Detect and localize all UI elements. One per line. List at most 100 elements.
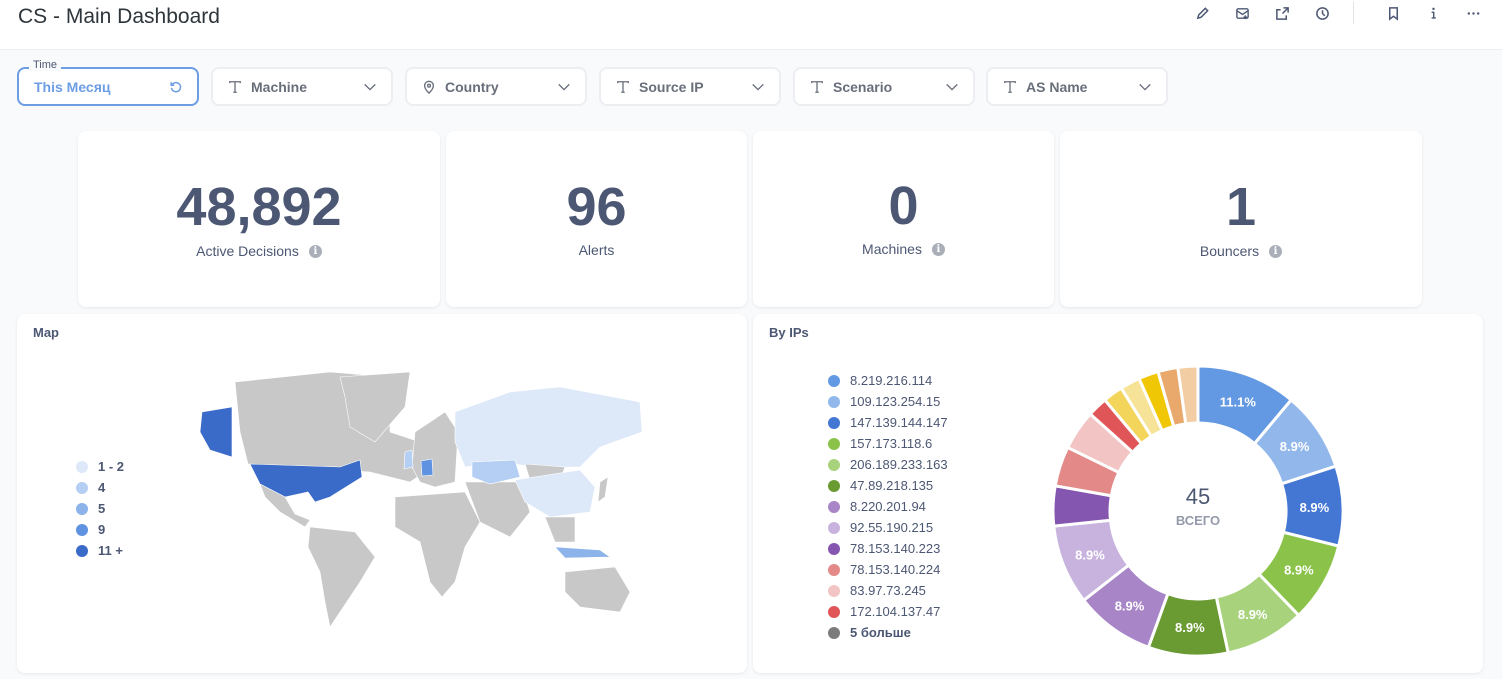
- slice-label: 8.9%: [1284, 562, 1314, 577]
- as-name-filter-label: AS Name: [1026, 78, 1088, 95]
- map-legend-item: 1 - 2: [76, 456, 124, 477]
- slice-label: 8.9%: [1175, 620, 1205, 635]
- world-map[interactable]: [180, 372, 660, 632]
- legend-dot: [828, 626, 840, 639]
- text-icon: [228, 80, 242, 94]
- stat-card-active-decisions[interactable]: 48,892 Active Decisions i: [78, 131, 440, 307]
- text-icon: [810, 80, 824, 94]
- legend-dot: [828, 542, 840, 555]
- country-indonesia: [554, 546, 611, 559]
- map-legend-item: 5: [76, 498, 124, 519]
- slice-label: 8.9%: [1238, 607, 1268, 622]
- country-japan: [597, 476, 609, 503]
- donut-total-label: ВСЕГО: [1176, 513, 1220, 528]
- stat-card-bouncers[interactable]: 1 Bouncers i: [1060, 131, 1422, 307]
- location-icon: [422, 80, 436, 94]
- ip-legend-item[interactable]: 157.173.118.6: [828, 433, 948, 454]
- edit-icon[interactable]: [1193, 4, 1211, 22]
- info-icon[interactable]: i: [931, 242, 945, 256]
- slice-label: 11.1%: [1220, 395, 1257, 410]
- country-united-kingdom: [403, 449, 414, 470]
- share-icon[interactable]: [1273, 4, 1291, 22]
- map-legend-item: 11 +: [76, 540, 124, 561]
- time-filter[interactable]: This Месяц: [17, 67, 199, 106]
- stat-label: Machines: [862, 241, 922, 257]
- country-australia: [564, 566, 631, 613]
- legend-dot: [828, 521, 840, 534]
- text-icon: [1003, 80, 1017, 94]
- legend-label: 78.153.140.224: [850, 562, 941, 577]
- header-actions: [1171, 2, 1482, 24]
- chevron-down-icon: [557, 80, 571, 94]
- legend-label: 83.97.73.245: [850, 583, 926, 598]
- as-name-filter[interactable]: AS Name: [986, 67, 1168, 106]
- reset-icon[interactable]: [169, 80, 183, 94]
- stat-card-machines[interactable]: 0 Machines i: [753, 131, 1054, 307]
- source-ip-filter[interactable]: Source IP: [599, 67, 781, 106]
- ip-legend-item[interactable]: 147.139.144.147: [828, 412, 948, 433]
- legend-label: 92.55.190.215: [850, 520, 934, 535]
- legend-dot: [828, 563, 840, 576]
- legend-dot: [828, 479, 840, 492]
- legend-dot: [828, 605, 840, 618]
- bookmark-icon[interactable]: [1384, 4, 1402, 22]
- more-icon[interactable]: [1464, 4, 1482, 22]
- legend-label: 5: [98, 501, 106, 516]
- legend-dot: [828, 500, 840, 513]
- legend-label: 8.219.216.114: [850, 373, 933, 388]
- stat-value: 1: [1225, 177, 1257, 237]
- country-africa: [394, 491, 481, 598]
- stat-value: 0: [888, 176, 919, 236]
- map-legend-item: 4: [76, 477, 124, 498]
- country-southeast-asia: [544, 516, 576, 543]
- legend-dot: [828, 374, 840, 387]
- country-russia: [454, 386, 643, 468]
- chevron-down-icon: [1138, 80, 1152, 94]
- stat-label: Active Decisions: [196, 243, 299, 259]
- chevron-down-icon: [751, 80, 765, 94]
- country-filter-label: Country: [445, 78, 499, 95]
- slice-label: 8.9%: [1300, 500, 1330, 515]
- legend-dot: [828, 437, 840, 450]
- subscribe-icon[interactable]: [1233, 4, 1251, 22]
- legend-label: 4: [98, 480, 106, 495]
- legend-dot: [76, 502, 88, 515]
- scenario-filter-label: Scenario: [833, 78, 893, 95]
- machine-filter[interactable]: Machine: [211, 67, 393, 106]
- ip-legend-item[interactable]: 206.189.233.163: [828, 454, 948, 475]
- history-icon[interactable]: [1313, 4, 1331, 22]
- ip-legend-item[interactable]: 78.153.140.223: [828, 538, 948, 559]
- stat-card-alerts[interactable]: 96 Alerts: [446, 131, 747, 307]
- ip-legend-item[interactable]: 5 больше: [828, 622, 948, 643]
- info-icon[interactable]: i: [1269, 244, 1283, 258]
- legend-label: 11 +: [98, 543, 123, 558]
- scenario-filter[interactable]: Scenario: [793, 67, 975, 106]
- legend-dot: [76, 544, 88, 557]
- ip-legend-item[interactable]: 78.153.140.224: [828, 559, 948, 580]
- map-card: Map 1 - 2 4 5 9 11 +: [17, 314, 747, 673]
- ip-legend-item[interactable]: 8.220.201.94: [828, 496, 948, 517]
- ip-legend-item[interactable]: 109.123.254.15: [828, 391, 948, 412]
- legend-label: 147.139.144.147: [850, 415, 948, 430]
- stat-label: Bouncers: [1199, 243, 1260, 259]
- legend-label: 172.104.137.47: [850, 604, 941, 619]
- country-filter[interactable]: Country: [405, 67, 587, 106]
- chevron-down-icon: [363, 80, 377, 94]
- map-legend-item: 9: [76, 519, 124, 540]
- machine-filter-label: Machine: [251, 78, 308, 95]
- ip-legend-item[interactable]: 8.219.216.114: [828, 370, 948, 391]
- donut-total: 45: [1186, 484, 1210, 509]
- ip-legend-item[interactable]: 172.104.137.47: [828, 601, 948, 622]
- ip-legend-item[interactable]: 92.55.190.215: [828, 517, 948, 538]
- country-usa-alaska: [199, 406, 233, 458]
- legend-label: 1 - 2: [98, 459, 125, 474]
- ip-legend-item[interactable]: 47.89.218.135: [828, 475, 948, 496]
- by-ips-legend: 8.219.216.114 109.123.254.15 147.139.144.1…: [828, 370, 948, 643]
- slice-label: 8.9%: [1280, 439, 1310, 454]
- map-title: Map: [33, 325, 59, 340]
- ip-legend-item[interactable]: 83.97.73.245: [828, 580, 948, 601]
- page-title: CS - Main Dashboard: [18, 5, 220, 28]
- legend-dot: [828, 395, 840, 408]
- info-icon[interactable]: [1424, 4, 1442, 22]
- info-icon[interactable]: i: [308, 244, 322, 258]
